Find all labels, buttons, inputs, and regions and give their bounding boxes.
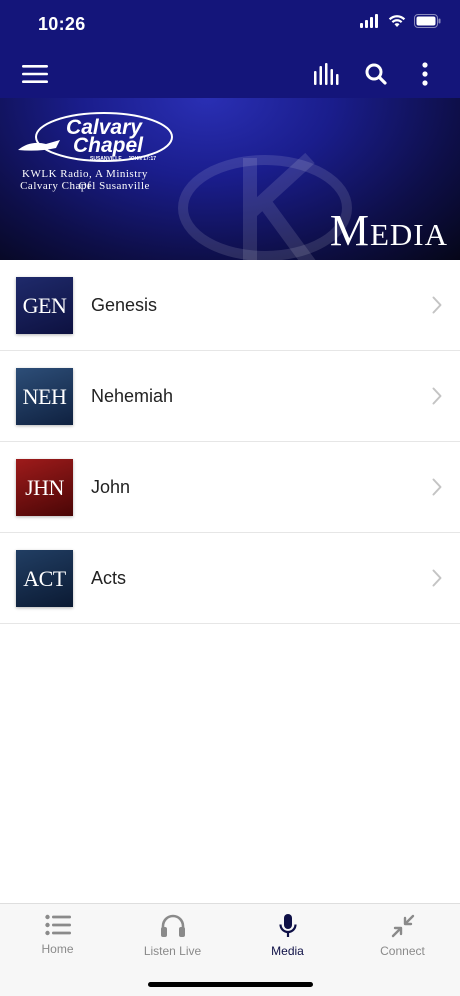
app-screen: 10:26 Calvary Chapel SUSANVILLE JOHN 17:… (0, 0, 460, 996)
page-title: Media (329, 206, 448, 255)
series-thumbnail: ACT (16, 550, 73, 607)
tab-home[interactable]: Home (0, 914, 115, 968)
tab-label: Connect (380, 944, 425, 958)
series-title: Nehemiah (91, 386, 174, 406)
series-thumbnail: NEH (16, 368, 73, 425)
top-bar: 10:26 (0, 0, 460, 98)
signal-icon (360, 14, 378, 28)
chevron-right-icon (432, 569, 442, 587)
equalizer-button[interactable] (311, 60, 343, 88)
menu-icon (22, 65, 48, 83)
svg-text:JOHN 17:17: JOHN 17:17 (128, 156, 156, 162)
svg-text:Chapel: Chapel (73, 134, 144, 157)
equalizer-icon (314, 63, 339, 85)
battery-icon (414, 14, 441, 28)
tab-connect[interactable]: Connect (345, 914, 460, 968)
calvary-chapel-logo: Calvary Chapel SUSANVILLE JOHN 17:17 (18, 112, 173, 162)
series-title: Acts (91, 568, 127, 588)
svg-text:SUSANVILLE: SUSANVILLE (90, 156, 122, 162)
list-icon (44, 914, 71, 936)
tab-label: Listen Live (143, 944, 202, 958)
home-indicator (148, 982, 313, 987)
menu-button[interactable] (19, 60, 51, 88)
search-button[interactable] (360, 60, 392, 88)
series-title: Genesis (91, 295, 158, 315)
list-item-acts[interactable]: ACT Acts (0, 533, 460, 624)
tab-label: Media (271, 944, 304, 958)
logo-caption-line2: Calvary Chapel Susanville (20, 180, 150, 192)
tab-listen-live[interactable]: Listen Live (115, 914, 230, 968)
media-series-list: GEN Genesis NEH Nehemiah JHN John ACT Ac… (0, 260, 460, 624)
compress-arrows-icon (391, 914, 414, 938)
chevron-right-icon (432, 296, 442, 314)
microphone-icon (278, 914, 297, 937)
more-button[interactable] (409, 60, 441, 88)
chevron-right-icon (432, 478, 442, 496)
series-title: John (91, 477, 131, 497)
list-item-john[interactable]: JHN John (0, 442, 460, 533)
tab-media[interactable]: Media (230, 914, 345, 968)
tab-label: Home (41, 942, 74, 956)
list-item-nehemiah[interactable]: NEH Nehemiah (0, 351, 460, 442)
media-banner: Calvary Chapel SUSANVILLE JOHN 17:17 KWL… (0, 98, 460, 260)
chevron-right-icon (432, 387, 442, 405)
list-item-genesis[interactable]: GEN Genesis (0, 260, 460, 351)
more-vertical-icon (422, 62, 428, 86)
wifi-icon (388, 15, 406, 27)
headphones-icon (160, 914, 185, 937)
series-thumbnail: GEN (16, 277, 73, 334)
status-time: 10:26 (38, 14, 86, 34)
status-icons (360, 14, 442, 28)
search-icon (365, 63, 387, 85)
series-thumbnail: JHN (16, 459, 73, 516)
